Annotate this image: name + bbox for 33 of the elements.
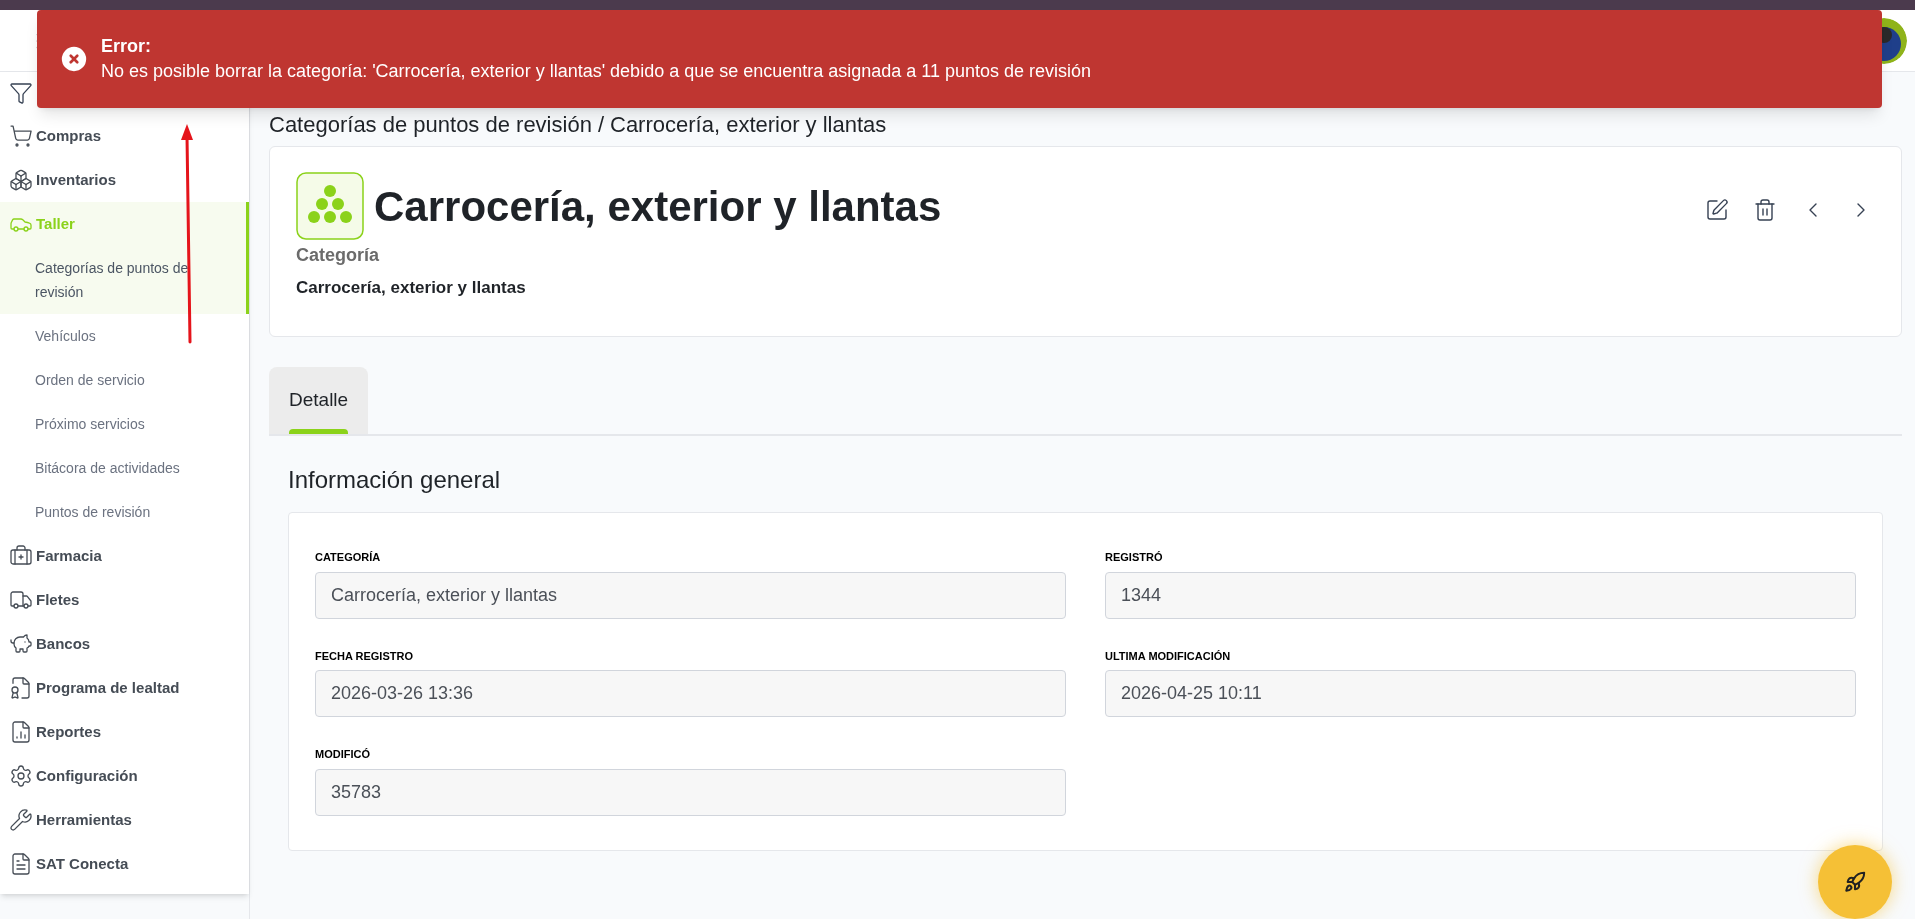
record-type-label: Categoría [296, 244, 381, 267]
field-label: REGISTRÓ [1105, 550, 1164, 565]
field-label: CATEGORÍA [315, 550, 382, 565]
sidebar-item[interactable]: Farmacia [0, 534, 249, 578]
field-label: ULTIMA MODIFICACIÓN [1105, 648, 1232, 664]
sidebar-item[interactable]: Configuración [0, 754, 249, 798]
text-field[interactable]: 1344 [1105, 571, 1856, 619]
text-field[interactable]: 2026-03-26 13:36 [315, 670, 1066, 717]
sidebar-subitem[interactable]: Vehículos [0, 314, 249, 358]
record-subtitle: Carrocería, exterior y llantas [296, 277, 527, 299]
sidebar-item[interactable]: Herramientas [0, 798, 249, 842]
sidebar-subitem[interactable]: Bitácora de actividades [0, 446, 249, 490]
field-label: MODIFICÓ [315, 747, 371, 762]
toast-message: No es posible borrar la categoría: 'Carrocería, exterior y llantas' debido a que se encuentra asignada a 11 puntos de revisión [101, 60, 1092, 83]
sidebar-item[interactable]: Bancos [0, 622, 249, 666]
sidebar-item[interactable]: Compras [0, 114, 249, 158]
text-field[interactable]: 35783 [315, 768, 1066, 816]
section-title: Información general [288, 465, 502, 495]
text-field[interactable]: 2026-04-25 10:11 [1105, 670, 1856, 717]
record-title: Carrocería, exterior y llantas [374, 181, 942, 232]
sidebar-item[interactable]: Inventarios [0, 158, 249, 202]
sidebar-subitem[interactable]: Próximo servicios [0, 402, 249, 446]
field-label: FECHA REGISTRO [315, 648, 414, 664]
sidebar-item[interactable]: Reportes [0, 710, 249, 754]
toast-title: Error: [101, 35, 152, 58]
breadcrumb: Categorías de puntos de revisión / Carrocería, exterior y llantas [269, 112, 887, 138]
sidebar-subitem[interactable]: Puntos de revisión [0, 490, 249, 534]
sidebar-item[interactable]: Fletes [0, 578, 249, 622]
tab[interactable]: Detalle [269, 367, 369, 434]
text-field[interactable]: Carrocería, exterior y llantas [315, 571, 1066, 619]
sidebar-item[interactable]: Programa de lealtad [0, 666, 249, 710]
sidebar-item[interactable]: SAT Conecta [0, 842, 249, 886]
sidebar-subitem[interactable]: Orden de servicio [0, 358, 249, 402]
